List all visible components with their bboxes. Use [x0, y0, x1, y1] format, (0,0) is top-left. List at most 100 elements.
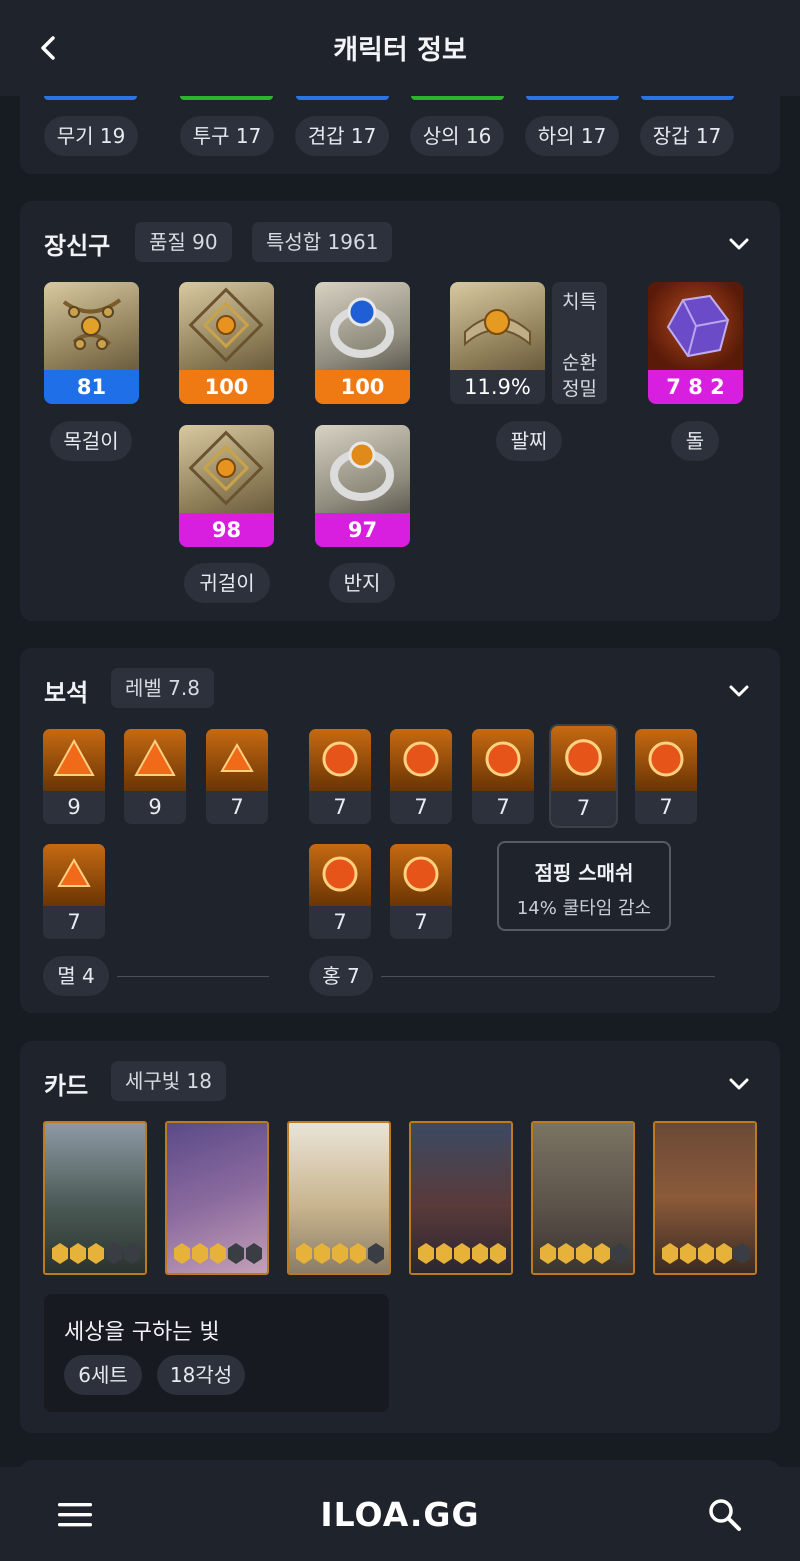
page-title: 캐릭터 정보 — [333, 35, 467, 66]
bottom-bar: ILOA.GG — [0, 1467, 800, 1561]
gem-item[interactable]: 9 — [43, 729, 105, 824]
bracelet-value: 11.9% — [450, 370, 545, 404]
card-item[interactable] — [43, 1121, 147, 1275]
chevron-down-icon[interactable] — [728, 237, 750, 251]
card-item[interactable] — [531, 1121, 635, 1275]
gem-left-summary: 멸 4 — [43, 956, 109, 996]
bracelet-stat-1: 치특 — [562, 291, 597, 313]
gem-level: 7 — [230, 795, 244, 819]
equip-grade-bar — [44, 96, 137, 100]
gem-icon — [206, 729, 268, 791]
tooltip-effect: 14% 쿨타임 감소 — [516, 898, 652, 919]
accessories-card: 장신구 품질 90 특성합 1961 81 목걸이 100 100 11.9% … — [20, 201, 780, 621]
top-bar: 캐릭터 정보 — [0, 0, 800, 96]
stone-item[interactable]: 7 8 2 — [648, 282, 743, 404]
equip-chest[interactable]: 상의 16 — [410, 116, 504, 156]
equip-weapon[interactable]: 무기 19 — [44, 116, 138, 156]
ring-icon — [315, 282, 410, 370]
gem-level: 9 — [148, 795, 162, 819]
gem-item[interactable]: 9 — [124, 729, 186, 824]
divider — [381, 976, 715, 977]
necklace-quality: 81 — [44, 370, 139, 404]
earring2-quality: 98 — [179, 513, 274, 547]
equip-pants[interactable]: 하의 17 — [525, 116, 619, 156]
gems-title: 보석 — [44, 679, 89, 707]
quality-chip: 품질 90 — [135, 222, 232, 262]
gem-item[interactable]: 7 — [309, 844, 371, 939]
equip-grade-bar — [641, 96, 734, 100]
chevron-down-icon[interactable] — [728, 684, 750, 698]
tooltip-skill-name: 점핑 스매쉬 — [534, 861, 634, 885]
gem-level: 7 — [414, 795, 428, 819]
gem-level: 7 — [414, 910, 428, 934]
bracelet-stat-2: 순환 — [562, 352, 597, 374]
gem-icon — [635, 729, 697, 791]
gem-icon — [43, 729, 105, 791]
ring2-quality: 97 — [315, 513, 410, 547]
gem-item[interactable]: 7 — [206, 729, 268, 824]
gem-item[interactable]: 7 — [309, 729, 371, 824]
gem-item[interactable]: 7 — [43, 844, 105, 939]
bracelet-stat-3: 정밀 — [562, 378, 597, 400]
equip-grade-bar — [526, 96, 619, 100]
gem-level-chip: 레벨 7.8 — [111, 668, 214, 708]
gem-item-selected[interactable]: 7 — [551, 726, 616, 826]
bracelet-stats: 치특 순환 정밀 — [552, 282, 607, 404]
awakening-gems — [171, 1243, 265, 1265]
card-item[interactable] — [409, 1121, 513, 1275]
gem-item[interactable]: 7 — [635, 729, 697, 824]
ability-stone-icon — [648, 282, 743, 370]
awakening-gems — [659, 1243, 753, 1265]
gem-item[interactable]: 7 — [390, 844, 452, 939]
gems-card: 보석 레벨 7.8 9 9 7 7 7 7 7 7 7 7 7 점핑 스매쉬 1… — [20, 648, 780, 1013]
ring1-quality: 100 — [315, 370, 410, 404]
equip-helmet[interactable]: 투구 17 — [180, 116, 274, 156]
gem-item[interactable]: 7 — [390, 729, 452, 824]
equip-grade-bar — [296, 96, 389, 100]
card-item[interactable] — [165, 1121, 269, 1275]
equip-gloves[interactable]: 장갑 17 — [640, 116, 734, 156]
gem-level: 9 — [67, 795, 81, 819]
necklace-label: 목걸이 — [50, 421, 132, 461]
equip-grade-bar — [411, 96, 504, 100]
bracelet-item[interactable]: 11.9% — [450, 282, 545, 404]
card-set-tag: 6세트 — [64, 1355, 142, 1395]
card-awakening-tag: 18각성 — [157, 1355, 245, 1395]
card-item[interactable] — [287, 1121, 391, 1275]
gem-icon — [309, 844, 371, 906]
awakening-gems — [415, 1243, 509, 1265]
divider — [117, 976, 269, 977]
gem-icon — [472, 729, 534, 791]
card-item[interactable] — [653, 1121, 757, 1275]
gem-level: 7 — [659, 795, 673, 819]
necklace-item[interactable]: 81 — [44, 282, 139, 404]
cards-title: 카드 — [44, 1072, 89, 1100]
gem-tooltip: 점핑 스매쉬 14% 쿨타임 감소 — [497, 841, 671, 931]
gem-icon — [551, 726, 616, 791]
ring2-item[interactable]: 97 — [315, 425, 410, 547]
equip-shoulder[interactable]: 견갑 17 — [295, 116, 389, 156]
search-icon[interactable] — [708, 1498, 742, 1532]
gem-icon — [43, 844, 105, 906]
awakening-gems — [49, 1243, 143, 1265]
ring1-item[interactable]: 100 — [315, 282, 410, 404]
bracelet-icon — [450, 282, 545, 370]
gem-right-summary: 홍 7 — [309, 956, 373, 996]
gem-item[interactable]: 7 — [472, 729, 534, 824]
gem-level: 7 — [496, 795, 510, 819]
earring1-quality: 100 — [179, 370, 274, 404]
chevron-down-icon[interactable] — [728, 1077, 750, 1091]
card-set-chip: 세구빛 18 — [111, 1061, 227, 1101]
awakening-gems — [537, 1243, 631, 1265]
stone-label: 돌 — [671, 421, 719, 461]
gem-icon — [390, 729, 452, 791]
earring-label: 귀걸이 — [184, 563, 270, 603]
gem-level: 7 — [67, 910, 81, 934]
logo[interactable]: ILOA.GG — [0, 1495, 800, 1534]
equipment-card: 무기 19 투구 17 견갑 17 상의 16 하의 17 장갑 17 — [20, 96, 780, 174]
bracelet-label: 팔찌 — [496, 421, 562, 461]
earring2-item[interactable]: 98 — [179, 425, 274, 547]
awakening-gems — [293, 1243, 387, 1265]
earring1-item[interactable]: 100 — [179, 282, 274, 404]
gem-icon — [124, 729, 186, 791]
